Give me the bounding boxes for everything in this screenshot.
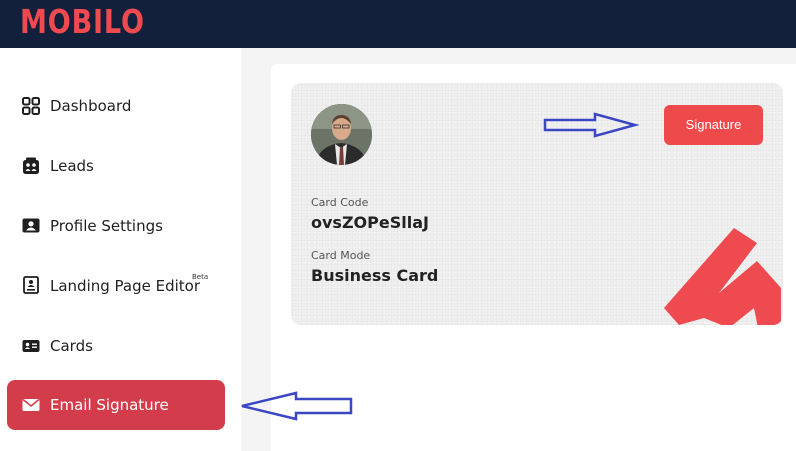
card-code-label: Card Code	[311, 196, 369, 209]
sidebar-item-email-signature[interactable]: Email Signature	[7, 380, 225, 430]
top-bar: MOBILO	[0, 0, 796, 48]
signature-button[interactable]: Signature	[664, 105, 763, 145]
sidebar-item-label: Leads	[50, 157, 94, 175]
card-code-value: ovsZOPeSllaJ	[311, 213, 429, 232]
envelope-icon	[22, 398, 40, 411]
sidebar-item-label: Dashboard	[50, 97, 132, 115]
sidebar-item-leads[interactable]: Leads	[7, 141, 225, 191]
sidebar-item-label: Cards	[50, 337, 93, 355]
mobilo-m-watermark-icon	[664, 228, 781, 325]
profile-card-icon	[22, 218, 40, 233]
business-card: Signature Card Code ovsZOPeSllaJ Card Mo…	[291, 83, 783, 325]
sidebar-item-landing-page-editor[interactable]: Landing Page Editor Beta	[7, 261, 225, 311]
id-card-icon	[22, 340, 40, 352]
mobilo-logo[interactable]: MOBILO	[20, 3, 145, 41]
card-mode-value: Business Card	[311, 266, 439, 285]
annotation-arrow-left-icon	[241, 391, 353, 421]
sidebar-item-cards[interactable]: Cards	[7, 321, 225, 371]
leads-people-icon	[23, 157, 39, 174]
annotation-arrow-right-icon	[543, 112, 639, 138]
beta-badge: Beta	[192, 273, 209, 281]
sidebar-item-profile-settings[interactable]: Profile Settings	[7, 201, 225, 251]
sidebar-item-dashboard[interactable]: Dashboard	[7, 81, 225, 131]
sidebar-item-label: Landing Page Editor	[50, 277, 201, 295]
sidebar: Dashboard Leads Profile Settings Landing…	[0, 48, 241, 451]
card-mode-label: Card Mode	[311, 249, 371, 262]
sidebar-item-label: Profile Settings	[50, 217, 163, 235]
dashboard-grid-icon	[22, 97, 40, 115]
sidebar-item-label: Email Signature	[50, 396, 169, 414]
profile-avatar	[311, 104, 372, 165]
landing-page-icon	[23, 276, 39, 294]
